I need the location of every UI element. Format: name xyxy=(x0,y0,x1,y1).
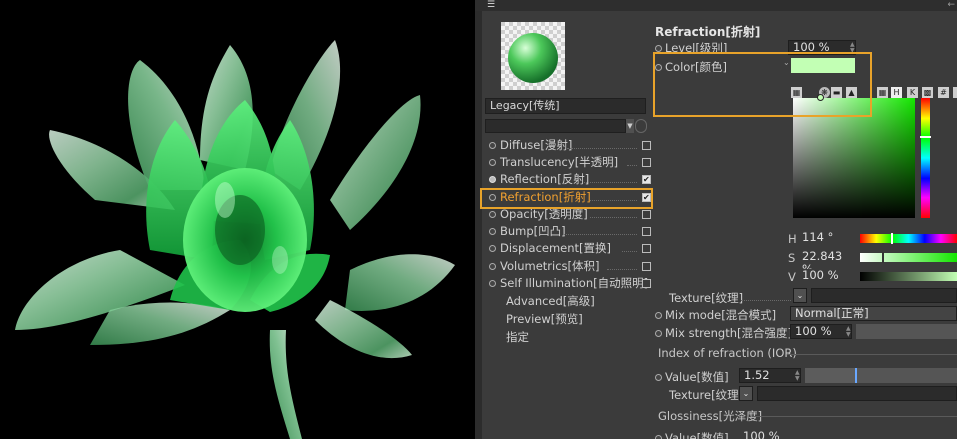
back-arrow-icon[interactable]: ← xyxy=(947,0,955,10)
param-indicator-icon xyxy=(655,374,662,381)
glass-lotus-render xyxy=(15,40,455,439)
channel-volumetrics[interactable]: Volumetrics[体积] xyxy=(482,258,652,275)
section-title: Refraction[折射] xyxy=(655,25,761,39)
channel-indicator-icon xyxy=(489,280,496,287)
texture-label: Texture[纹理] xyxy=(669,291,744,305)
hue-slider[interactable] xyxy=(860,233,957,244)
ior-value-input[interactable]: 1.52 xyxy=(739,368,801,383)
kelvin-mode-icon[interactable]: K xyxy=(907,87,918,98)
editor-topbar: ☰ ← xyxy=(475,0,957,11)
color-selection-highlight xyxy=(653,52,872,117)
ior-texture-slot[interactable] xyxy=(757,386,957,401)
saturation-input[interactable]: 22.843 % xyxy=(798,250,854,276)
channel-indicator-icon xyxy=(489,176,496,183)
saturation-slider[interactable] xyxy=(860,252,957,263)
rgb-mode-icon[interactable]: ▦ xyxy=(877,87,888,98)
item-preview[interactable]: Preview[预览] xyxy=(506,311,583,328)
channel-displacement[interactable]: Displacement[置换] xyxy=(482,240,652,257)
gloss-value-input[interactable]: 100 % xyxy=(739,430,801,439)
channel-indicator-icon xyxy=(489,228,496,235)
menu-icon[interactable]: ☰ xyxy=(487,1,495,10)
param-indicator-icon xyxy=(655,330,662,337)
material-channel-list: Legacy[传统] ▼ Diffuse[漫射] Translucency[半透… xyxy=(482,11,651,439)
hue-handle[interactable] xyxy=(920,136,931,138)
channel-indicator-icon xyxy=(489,245,496,252)
param-indicator-icon xyxy=(655,435,662,439)
material-editor-panel: ☰ ← Legacy[传统] ▼ Diffuse[漫射] Translucenc… xyxy=(475,0,957,439)
channel-diffuse[interactable]: Diffuse[漫射] xyxy=(482,137,652,154)
ior-spinner-icon[interactable]: ▲ ▼ xyxy=(795,370,801,383)
value-label: V xyxy=(788,270,796,284)
mix-mode-select[interactable]: Normal[正常] xyxy=(790,306,957,321)
ior-slider[interactable] xyxy=(805,368,957,383)
ior-heading: Index of refraction (IOR) xyxy=(658,346,797,360)
hue-strip[interactable] xyxy=(920,98,931,218)
saturation-label: S xyxy=(788,251,796,265)
refraction-selection-highlight xyxy=(480,188,653,209)
hue-input[interactable]: 114 ° xyxy=(798,231,854,246)
param-indicator-icon xyxy=(655,312,662,319)
channel-indicator-icon xyxy=(489,159,496,166)
material-preview-ball[interactable] xyxy=(501,22,565,90)
channel-self-illumination[interactable]: Self Illumination[自动照明] xyxy=(482,275,652,292)
value-slider[interactable] xyxy=(860,272,957,281)
mix-strength-input[interactable]: 100 % xyxy=(790,324,852,339)
texture-slot[interactable] xyxy=(811,288,957,303)
preset-arrow-button[interactable]: ▼ xyxy=(626,119,634,133)
item-assign[interactable]: 指定 xyxy=(506,329,529,346)
mix-strength-spinner-icon[interactable]: ▲ ▼ xyxy=(846,326,852,339)
channel-reflection[interactable]: Reflection[反射] xyxy=(482,171,652,188)
swatch-icon[interactable]: # xyxy=(938,87,949,98)
mixer-icon[interactable]: ▩ xyxy=(922,87,933,98)
channel-bump[interactable]: Bump[凹凸] xyxy=(482,223,652,240)
render-viewport xyxy=(0,0,475,439)
gloss-value-row: Value[数值] xyxy=(650,430,957,439)
texture-dropdown-button[interactable]: ⌄ xyxy=(793,288,807,303)
hsv-mode-icon[interactable]: H xyxy=(891,87,902,98)
more-icon[interactable] xyxy=(953,87,957,98)
channel-translucency[interactable]: Translucency[半透明] xyxy=(482,154,652,171)
channel-indicator-icon xyxy=(489,211,496,218)
value-input[interactable]: 100 % xyxy=(798,269,854,284)
left-tool-strip xyxy=(475,11,482,439)
ior-texture-label: Texture[纹理] xyxy=(669,388,744,402)
item-advanced[interactable]: Advanced[高级] xyxy=(506,293,595,310)
preset-circle-button[interactable] xyxy=(635,119,647,133)
material-preset-dropdown[interactable] xyxy=(485,119,626,133)
hue-label: H xyxy=(788,232,797,246)
param-indicator-icon xyxy=(655,45,662,52)
mix-strength-slider[interactable] xyxy=(856,324,957,339)
channel-indicator-icon xyxy=(489,263,496,270)
material-name-field[interactable]: Legacy[传统] xyxy=(485,98,646,114)
glossiness-heading: Glossiness[光泽度] xyxy=(658,409,763,423)
channel-indicator-icon xyxy=(489,142,496,149)
ior-texture-dropdown-button[interactable]: ⌄ xyxy=(739,386,753,401)
